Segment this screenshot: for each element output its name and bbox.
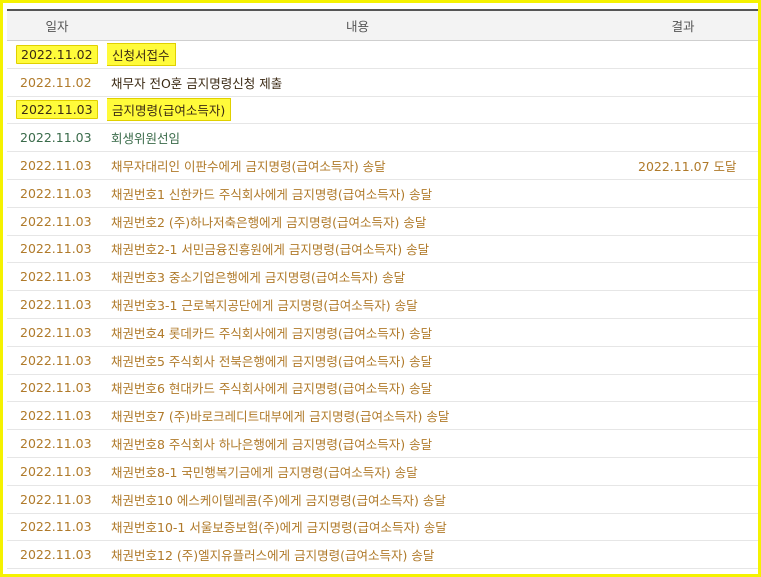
highlight-marker: 2022.11.02 xyxy=(16,44,98,64)
row-date: 2022.11.03 xyxy=(20,297,92,313)
row-content: 신청서접수 xyxy=(107,42,608,66)
row-content: 채권번호3 중소기업은행에게 금지명령(급여소득자) 송달 xyxy=(111,270,406,286)
row-content: 채권번호2 (주)하나저축은행에게 금지명령(급여소득자) 송달 xyxy=(111,214,427,230)
highlight-marker: 2022.11.03 xyxy=(16,100,98,120)
row-date: 2022.11.03 xyxy=(20,130,92,146)
row-date: 2022.11.03 xyxy=(20,380,92,396)
row-date: 2022.11.02 xyxy=(7,44,107,64)
table-row: 2022.11.03 채권번호1 신한카드 주식회사에게 금지명령(급여소득자)… xyxy=(7,180,758,208)
row-date: 2022.11.03 xyxy=(20,519,92,535)
row-content: 채무자대리인 이판수에게 금지명령(급여소득자) 송달 xyxy=(111,159,386,175)
table-row: 2022.11.02 채무자 전O훈 금지명령신청 제출 xyxy=(7,69,758,97)
row-result: 2022.11.07 도달 xyxy=(638,159,737,175)
header-date: 일자 xyxy=(45,19,69,34)
table-row: 2022.11.03 채권번호3 중소기업은행에게 금지명령(급여소득자) 송달 xyxy=(7,263,758,292)
table-row: 2022.11.03 채권번호10-1 서울보증보험(주)에게 금지명령(급여소… xyxy=(7,514,758,542)
table-row: 2022.11.03 채권번호7 (주)바로크레디트대부에게 금지명령(급여소득… xyxy=(7,402,758,431)
row-content: 채권번호8-1 국민행복기금에게 금지명령(급여소득자) 송달 xyxy=(111,464,418,480)
row-content: 채권번호3-1 근로복지공단에게 금지명령(급여소득자) 송달 xyxy=(111,298,418,314)
table-row: 2022.11.03 채무자대리인 이판수에게 금지명령(급여소득자) 송달 2… xyxy=(7,152,758,180)
screenshot-frame: 일자 내용 결과 2022.11.02 신청서접수 2022.11.02 채무자… xyxy=(0,0,761,577)
row-content: 회생위원선임 xyxy=(111,131,181,147)
row-date: 2022.11.03 xyxy=(7,100,107,120)
table-row: 2022.11.03 채권번호10 에스케이텔레콤(주)에게 금지명령(급여소득… xyxy=(7,486,758,514)
case-progress-table: 일자 내용 결과 2022.11.02 신청서접수 2022.11.02 채무자… xyxy=(7,9,758,570)
row-content: 채권번호10-1 서울보증보험(주)에게 금지명령(급여소득자) 송달 xyxy=(111,520,447,536)
table-row: 2022.11.03 채권번호3-1 근로복지공단에게 금지명령(급여소득자) … xyxy=(7,291,758,319)
table-row: 2022.11.03 채권번호4 롯데카드 주식회사에게 금지명령(급여소득자)… xyxy=(7,319,758,347)
row-date: 2022.11.03 xyxy=(20,408,92,424)
row-date: 2022.11.03 xyxy=(20,269,92,285)
row-date: 2022.11.03 xyxy=(20,185,92,201)
row-content: 채권번호8 주식회사 하나은행에게 금지명령(급여소득자) 송달 xyxy=(111,437,433,453)
row-date: 2022.11.03 xyxy=(20,241,92,257)
row-content: 채권번호5 주식회사 전북은행에게 금지명령(급여소득자) 송달 xyxy=(111,353,433,369)
highlight-marker: 금지명령(급여소득자) xyxy=(107,98,232,122)
table-row: 2022.11.03 채권번호8-1 국민행복기금에게 금지명령(급여소득자) … xyxy=(7,458,758,486)
row-date: 2022.11.03 xyxy=(20,324,92,340)
highlight-marker: 신청서접수 xyxy=(107,42,176,66)
row-content: 채권번호2-1 서민금융진흥원에게 금지명령(급여소득자) 송달 xyxy=(111,242,430,258)
row-date: 2022.11.03 xyxy=(20,463,92,479)
table-row: 2022.11.03 금지명령(급여소득자) xyxy=(7,97,758,125)
row-date: 2022.11.03 xyxy=(20,352,92,368)
row-date: 2022.11.03 xyxy=(20,436,92,452)
table-row: 2022.11.03 채권번호6 현대카드 주식회사에게 금지명령(급여소득자)… xyxy=(7,375,758,403)
header-content: 내용 xyxy=(345,19,369,34)
row-content: 채권번호10 에스케이텔레콤(주)에게 금지명령(급여소득자) 송달 xyxy=(111,492,446,508)
table-row: 2022.11.03 채권번호2-1 서민금융진흥원에게 금지명령(급여소득자)… xyxy=(7,236,758,264)
row-content: 채권번호12 (주)엘지유플러스에게 금지명령(급여소득자) 송달 xyxy=(111,548,435,564)
row-content: 채무자 전O훈 금지명령신청 제출 xyxy=(111,75,283,91)
table-row: 2022.11.03 채권번호5 주식회사 전북은행에게 금지명령(급여소득자)… xyxy=(7,347,758,375)
header-result: 결과 xyxy=(671,19,695,34)
row-date: 2022.11.03 xyxy=(20,158,92,174)
row-content: 채권번호4 롯데카드 주식회사에게 금지명령(급여소득자) 송달 xyxy=(111,325,433,341)
row-content: 채권번호7 (주)바로크레디트대부에게 금지명령(급여소득자) 송달 xyxy=(111,409,450,425)
table-row: 2022.11.03 채권번호8 주식회사 하나은행에게 금지명령(급여소득자)… xyxy=(7,430,758,458)
table-header: 일자 내용 결과 xyxy=(7,9,758,41)
row-content: 금지명령(급여소득자) xyxy=(107,98,608,122)
row-content: 채권번호1 신한카드 주식회사에게 금지명령(급여소득자) 송달 xyxy=(111,186,433,202)
row-date: 2022.11.02 xyxy=(20,74,92,90)
table-row: 2022.11.02 신청서접수 xyxy=(7,41,758,69)
table-row: 2022.11.03 채권번호2 (주)하나저축은행에게 금지명령(급여소득자)… xyxy=(7,208,758,236)
row-date: 2022.11.03 xyxy=(20,547,92,563)
row-date: 2022.11.03 xyxy=(20,213,92,229)
table-row: 2022.11.03 채권번호12 (주)엘지유플러스에게 금지명령(급여소득자… xyxy=(7,541,758,570)
row-content: 채권번호6 현대카드 주식회사에게 금지명령(급여소득자) 송달 xyxy=(111,381,433,397)
table-row: 2022.11.03 회생위원선임 xyxy=(7,124,758,153)
row-date: 2022.11.03 xyxy=(20,491,92,507)
